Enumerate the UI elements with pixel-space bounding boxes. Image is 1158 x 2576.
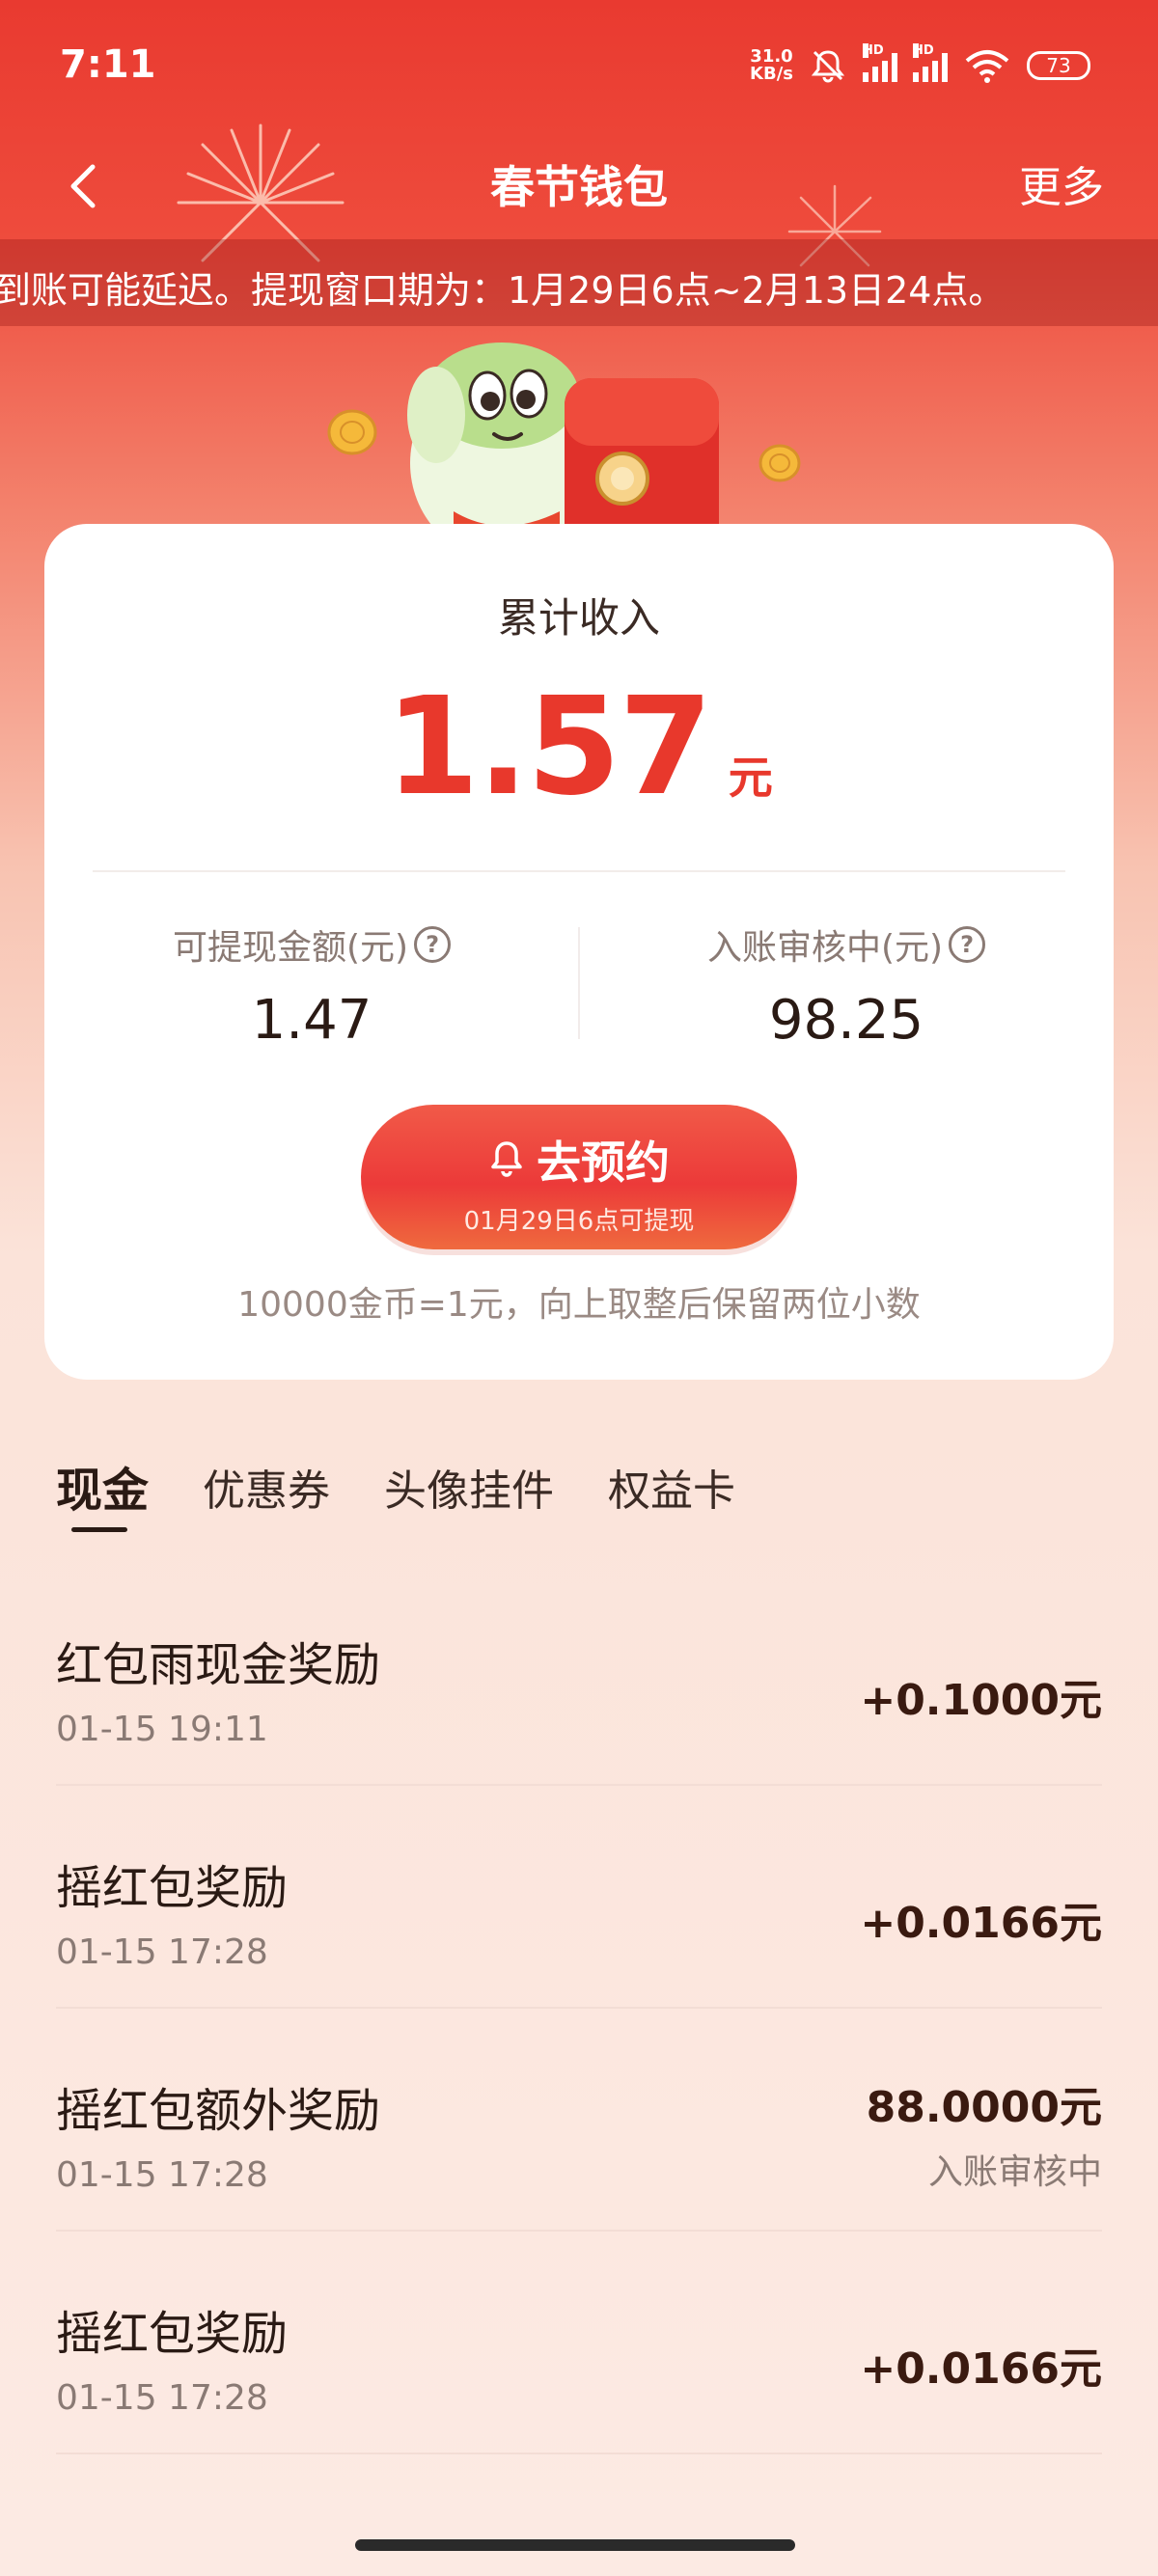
tab-cash[interactable]: 现金: [56, 1452, 149, 1532]
active-tab-indicator: [71, 1527, 127, 1532]
transaction-row[interactable]: 摇红包额外奖励 01-15 17:28 88.0000元 入账审核中: [56, 2009, 1102, 2232]
back-button[interactable]: [54, 152, 112, 220]
wifi-icon: [965, 50, 1009, 83]
transaction-row[interactable]: 红包雨现金奖励 01-15 19:11 +0.1000元: [56, 1563, 1102, 1786]
transaction-time: 01-15 19:11: [56, 1710, 268, 1749]
nav-bar: 春节钱包 更多: [0, 135, 1158, 241]
status-icons: 31.0 KB/s HD HD 73: [750, 43, 1090, 85]
wallet-tabs: 现金 优惠券 头像挂件 权益卡: [56, 1452, 789, 1532]
transaction-title: 红包雨现金奖励: [56, 1638, 381, 1692]
question-circle-icon[interactable]: ?: [414, 926, 452, 963]
reserve-button-main: 去预约: [361, 1128, 797, 1192]
network-speed: 31.0 KB/s: [750, 46, 793, 84]
income-summary-card: 累计收入 1.57 元 可提现金额(元) ? 1.47 入账审核中(元) ? 98…: [44, 524, 1114, 1380]
chevron-left-icon: [70, 164, 96, 208]
transaction-title: 摇红包奖励: [56, 1861, 289, 1915]
tab-benefit-cards[interactable]: 权益卡: [608, 1456, 735, 1520]
transaction-amount: +0.1000元: [860, 1676, 1102, 1725]
bell-icon: [491, 1141, 522, 1177]
tab-avatar-pendants[interactable]: 头像挂件: [384, 1456, 554, 1520]
currency-unit: 元: [728, 752, 773, 804]
transaction-amount: +0.0166元: [860, 1899, 1102, 1948]
cumulative-income-value: 1.57: [385, 669, 712, 826]
question-circle-icon[interactable]: ?: [949, 926, 986, 963]
coin-rate-note: 10000金币=1元，向上取整后保留两位小数: [237, 1285, 921, 1325]
page-title: 春节钱包: [490, 161, 668, 213]
coin-icon: [758, 444, 801, 482]
pending-stat: 入账审核中(元) ? 98.25: [579, 919, 1114, 1052]
transaction-time: 01-15 17:28: [56, 1932, 268, 1972]
withdrawable-label: 可提现金额(元) ?: [173, 919, 452, 970]
transaction-amount: 88.0000元: [866, 2083, 1102, 2132]
withdrawable-value: 1.47: [251, 989, 372, 1052]
withdrawable-stat: 可提现金额(元) ? 1.47: [44, 919, 579, 1052]
pending-label: 入账审核中(元) ?: [707, 919, 986, 970]
bottom-fade: [0, 2470, 1158, 2576]
transaction-time: 01-15 17:28: [56, 2155, 268, 2195]
transaction-row[interactable]: 摇红包奖励 01-15 17:28 +0.0166元: [56, 2232, 1102, 2454]
signal-strength-icon: HD: [913, 43, 948, 82]
divider: [93, 870, 1065, 872]
coin-icon: [327, 409, 377, 455]
transaction-status: 入账审核中: [927, 2152, 1102, 2192]
cumulative-income-amount: 1.57 元: [44, 669, 1114, 826]
transaction-list: 红包雨现金奖励 01-15 19:11 +0.1000元 摇红包奖励 01-15…: [56, 1563, 1102, 2454]
transaction-time: 01-15 17:28: [56, 2378, 268, 2418]
mascot-illustration: [327, 343, 801, 540]
transaction-title: 摇红包奖励: [56, 2307, 289, 2361]
notice-text: 到账可能延迟。提现窗口期为：1月29日6点~2月13日24点。: [0, 269, 1006, 312]
bell-off-icon: [811, 50, 845, 83]
tab-coupons[interactable]: 优惠券: [203, 1456, 330, 1520]
home-indicator[interactable]: [355, 2539, 795, 2551]
status-time: 7:11: [60, 42, 156, 87]
transaction-amount: +0.0166元: [860, 2344, 1102, 2394]
wallet-app: 7:11 31.0 KB/s HD HD 73 春节钱包 更多 到账可能延迟。提…: [0, 0, 1158, 2576]
more-button[interactable]: 更多: [1019, 152, 1104, 214]
pending-value: 98.25: [768, 989, 924, 1052]
signal-strength-icon: HD: [863, 43, 897, 82]
transaction-title: 摇红包额外奖励: [56, 2084, 381, 2138]
battery-indicator: 73: [1027, 51, 1090, 80]
reserve-button-subtitle: 01月29日6点可提现: [463, 1207, 695, 1236]
transaction-row[interactable]: 摇红包奖励 01-15 17:28 +0.0166元: [56, 1786, 1102, 2009]
reserve-withdraw-button[interactable]: 去预约 01月29日6点可提现: [361, 1105, 797, 1249]
cumulative-income-label: 累计收入: [497, 594, 660, 642]
